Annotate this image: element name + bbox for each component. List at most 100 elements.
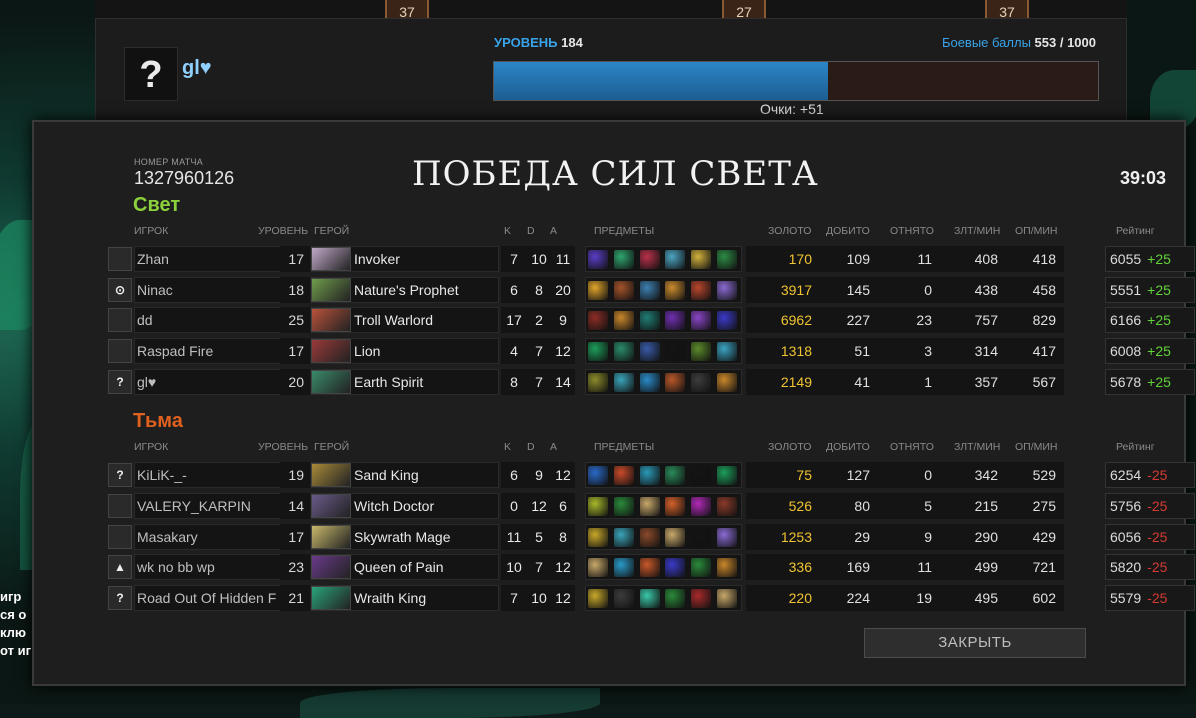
item-icon[interactable] <box>717 373 737 392</box>
item-icon[interactable] <box>691 281 712 300</box>
item-icon[interactable] <box>588 250 608 269</box>
item-icon[interactable] <box>588 373 608 392</box>
item-icon[interactable] <box>691 558 712 577</box>
player-row[interactable]: ? Road Out Of Hidden F 21 Wraith King 7 10 12 2… <box>108 585 1195 611</box>
item-icon[interactable] <box>588 466 608 485</box>
hero-portrait-icon[interactable] <box>311 463 351 487</box>
item-icon[interactable] <box>613 466 634 485</box>
kills: 11 <box>501 524 527 550</box>
player-row[interactable]: ▲ wk no bb wp 23 Queen of Pain 10 7 12 336 169 11… <box>108 554 1195 580</box>
hero-portrait-icon[interactable] <box>311 339 351 363</box>
player-row[interactable]: ? gl♥ 20 Earth Spirit 8 7 14 2149 41 1 357 567 5678 +… <box>108 369 1195 395</box>
item-icon[interactable] <box>665 250 686 269</box>
item-icon[interactable] <box>588 311 608 330</box>
item-icon[interactable] <box>639 466 660 485</box>
item-icon[interactable] <box>639 528 660 547</box>
item-icon[interactable] <box>613 311 634 330</box>
item-icon[interactable] <box>691 589 712 608</box>
item-icon[interactable] <box>665 342 686 361</box>
avatar-icon[interactable] <box>108 308 132 332</box>
player-row[interactable]: Masakary 17 Skywrath Mage 11 5 8 1253 29 9 290 429… <box>108 524 1195 550</box>
item-icon[interactable] <box>717 466 737 485</box>
warning-icon[interactable]: ▲ <box>108 555 132 579</box>
item-icon[interactable] <box>665 373 686 392</box>
unknown-avatar-icon[interactable]: ? <box>108 586 132 610</box>
item-icon[interactable] <box>588 497 608 516</box>
item-icon[interactable] <box>639 497 660 516</box>
item-icon[interactable] <box>665 281 686 300</box>
player-row[interactable]: VALERY_KARPIN 14 Witch Doctor 0 12 6 526 80 5 215… <box>108 493 1195 519</box>
player-row[interactable]: dd 25 Troll Warlord 17 2 9 6962 227 23 757 829 6166… <box>108 307 1195 333</box>
player-row[interactable]: ? KiLiK-_- 19 Sand King 6 9 12 75 127 0 342 529 6254… <box>108 462 1195 488</box>
item-icon[interactable] <box>588 281 608 300</box>
item-icon[interactable] <box>639 373 660 392</box>
player-row[interactable]: Raspad Fire 17 Lion 4 7 12 1318 51 3 314 417 6008 +2… <box>108 338 1195 364</box>
player-row[interactable]: Zhan 17 Invoker 7 10 11 170 109 11 408 418 6055 +25 <box>108 246 1195 272</box>
item-icon[interactable] <box>717 497 737 516</box>
item-icon[interactable] <box>717 528 737 547</box>
item-icon[interactable] <box>691 497 712 516</box>
items-slot-group <box>585 585 742 611</box>
rating-change: +25 <box>1147 343 1171 359</box>
item-icon[interactable] <box>588 558 608 577</box>
item-icon[interactable] <box>691 466 712 485</box>
item-icon[interactable] <box>691 373 712 392</box>
item-icon[interactable] <box>613 281 634 300</box>
avatar-icon[interactable] <box>108 247 132 271</box>
item-icon[interactable] <box>613 528 634 547</box>
deaths: 10 <box>527 585 551 611</box>
item-icon[interactable] <box>613 558 634 577</box>
hero-portrait-icon[interactable] <box>311 308 351 332</box>
close-button[interactable]: ЗАКРЫТЬ <box>864 628 1086 658</box>
player-row[interactable]: ⊙ Ninac 18 Nature's Prophet 6 8 20 3917 145 0 438 4… <box>108 277 1195 303</box>
item-icon[interactable] <box>717 589 737 608</box>
item-icon[interactable] <box>717 250 737 269</box>
item-icon[interactable] <box>639 589 660 608</box>
item-icon[interactable] <box>717 281 737 300</box>
item-icon[interactable] <box>639 558 660 577</box>
item-icon[interactable] <box>613 589 634 608</box>
hero-portrait-icon[interactable] <box>311 494 351 518</box>
item-icon[interactable] <box>665 311 686 330</box>
item-icon[interactable] <box>717 342 737 361</box>
column-header-items: ПРЕДМЕТЫ <box>594 225 655 237</box>
deaths: 2 <box>527 307 551 333</box>
item-icon[interactable] <box>639 311 660 330</box>
item-icon[interactable] <box>588 589 608 608</box>
item-icon[interactable] <box>717 311 737 330</box>
battle-points-progress-bar <box>493 61 1099 101</box>
avatar-icon[interactable] <box>108 525 132 549</box>
item-icon[interactable] <box>691 250 712 269</box>
item-icon[interactable] <box>665 528 686 547</box>
item-icon[interactable] <box>665 558 686 577</box>
avatar-icon[interactable] <box>108 339 132 363</box>
item-icon[interactable] <box>639 281 660 300</box>
item-icon[interactable] <box>613 250 634 269</box>
item-icon[interactable] <box>691 311 712 330</box>
item-icon[interactable] <box>613 373 634 392</box>
hero-portrait-icon[interactable] <box>311 555 351 579</box>
item-icon[interactable] <box>691 528 712 547</box>
hero-portrait-icon[interactable] <box>311 247 351 271</box>
item-icon[interactable] <box>613 342 634 361</box>
item-icon[interactable] <box>665 497 686 516</box>
unknown-avatar-icon[interactable]: ? <box>124 47 178 101</box>
item-icon[interactable] <box>665 589 686 608</box>
item-icon[interactable] <box>639 250 660 269</box>
target-icon[interactable]: ⊙ <box>108 278 132 302</box>
hero-portrait-icon[interactable] <box>311 525 351 549</box>
item-icon[interactable] <box>588 528 608 547</box>
unknown-avatar-icon[interactable]: ? <box>108 370 132 394</box>
item-icon[interactable] <box>691 342 712 361</box>
match-result-title: ПОБЕДА СИЛ СВЕТА <box>412 154 819 194</box>
hero-portrait-icon[interactable] <box>311 278 351 302</box>
hero-portrait-icon[interactable] <box>311 586 351 610</box>
item-icon[interactable] <box>613 497 634 516</box>
unknown-avatar-icon[interactable]: ? <box>108 463 132 487</box>
item-icon[interactable] <box>665 466 686 485</box>
item-icon[interactable] <box>717 558 737 577</box>
item-icon[interactable] <box>588 342 608 361</box>
avatar-icon[interactable] <box>108 494 132 518</box>
hero-portrait-icon[interactable] <box>311 370 351 394</box>
item-icon[interactable] <box>639 342 660 361</box>
